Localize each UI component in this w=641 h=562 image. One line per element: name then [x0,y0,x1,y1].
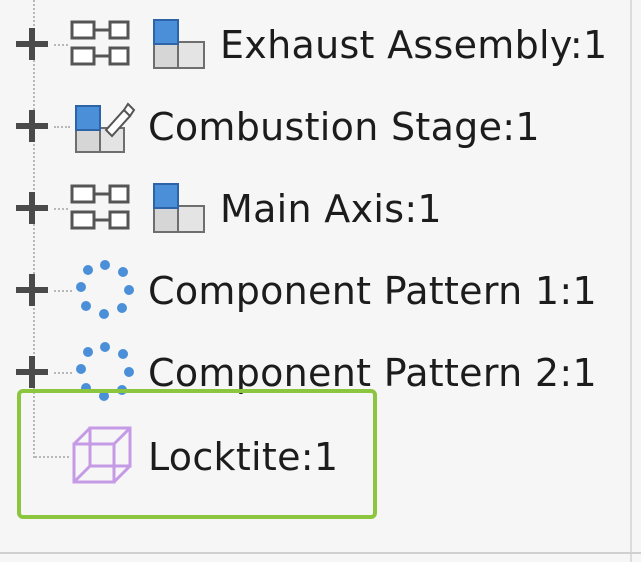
component-pattern-icon [76,260,134,319]
tree-item-label[interactable]: Main Axis:1 [220,186,442,232]
selection-highlight-box [17,389,377,519]
expand-plus-icon[interactable] [14,25,52,63]
tree-item-component-pattern-1[interactable]: Component Pattern 1:1 [0,250,630,332]
expand-plus-icon[interactable] [14,353,52,391]
subassembly-icon [153,19,205,69]
expand-plus-icon[interactable] [14,107,52,145]
subassembly-link-icon [70,20,130,66]
expand-plus-icon[interactable] [14,189,52,227]
tree-item-combustion-stage[interactable]: Combustion Stage:1 [0,86,630,168]
tree-item-label[interactable]: Component Pattern 1:1 [148,268,597,314]
subassembly-icon [153,183,205,233]
panel-right-border [630,0,632,562]
tree-item-exhaust-assembly[interactable]: Exhaust Assembly:1 [0,4,630,86]
tree-item-label[interactable]: Exhaust Assembly:1 [220,22,608,68]
model-tree-panel: Exhaust Assembly:1 Combustion Stage:1 Ma… [0,0,641,562]
panel-bottom-border [0,552,641,554]
subassembly-link-icon [70,184,130,230]
editable-assembly-icon [75,102,136,153]
tree-item-main-axis[interactable]: Main Axis:1 [0,168,630,250]
expand-plus-icon[interactable] [14,271,52,309]
tree-item-label[interactable]: Combustion Stage:1 [148,104,540,150]
